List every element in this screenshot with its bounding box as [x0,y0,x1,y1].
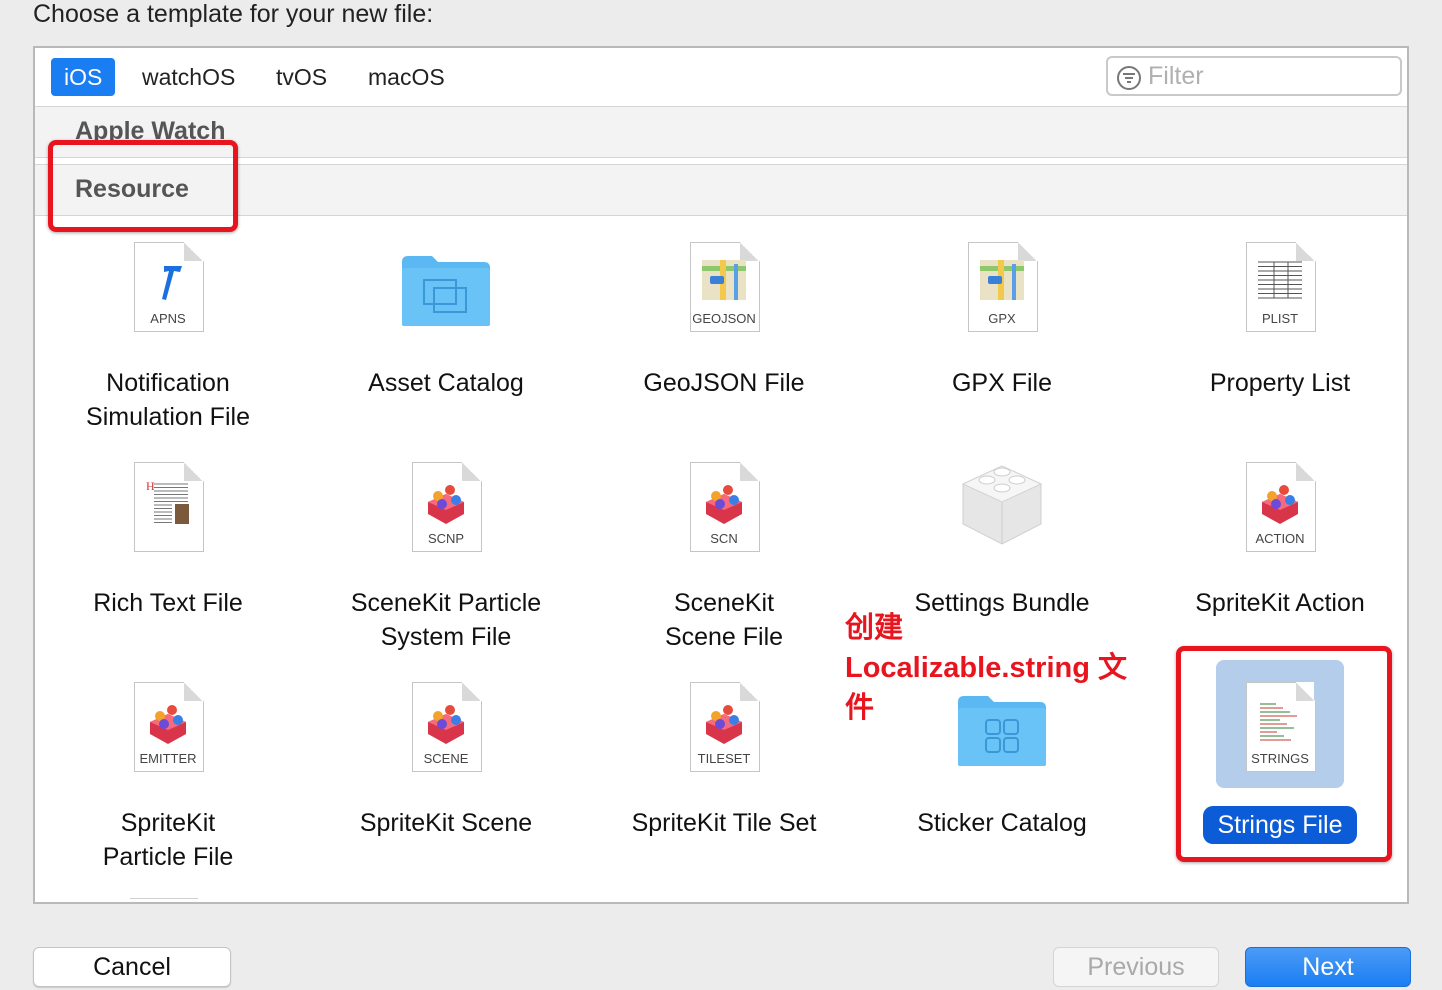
template-item-label: Notification Simulation File [35,366,307,434]
template-item-label: SpriteKit Tile Set [585,806,863,840]
icon-type-label: GEOJSON [692,311,756,326]
template-item[interactable]: ACTION SpriteKit Action [1141,462,1407,656]
template-item[interactable]: APNS Notification Simulation File [35,242,307,436]
template-item[interactable]: PLIST Property List [1141,242,1407,436]
template-item-name: SceneKit Particle System File [350,589,542,651]
scene-doc-icon: TILESET [585,682,863,792]
template-item-name: GPX File [951,369,1053,397]
scene-doc-icon: SCENE [307,682,585,792]
table-doc-icon: PLIST [1141,242,1407,352]
template-item-label: Rich Text File [35,586,307,620]
tab-macos[interactable]: macOS [355,58,458,96]
map-doc-icon: GPX [863,242,1141,352]
cancel-button[interactable]: Cancel [33,947,231,987]
annotation-note: 创建 Localizable.string 文 件 [845,612,1127,724]
dialog-heading: Choose a template for your new file: [33,0,434,28]
template-item-name: SceneKit Scene File [664,589,784,651]
map-doc-icon: GEOJSON [585,242,863,352]
svg-text:H: H [146,480,155,493]
icon-type-label: ACTION [1255,531,1305,546]
highlight-box-strings-file [1176,646,1392,862]
tab-tvos[interactable]: tvOS [263,58,340,96]
template-item[interactable]: Asset Catalog [307,242,585,436]
template-item-name: SpriteKit Scene [359,809,533,837]
scene-doc-icon: ACTION [1141,462,1407,572]
platform-tabbar: iOS watchOS tvOS macOS [35,48,1407,107]
template-item-label: SpriteKit Scene [307,806,585,840]
lego-brick-icon [863,462,1141,572]
template-item[interactable]: SCN SceneKit Scene File [585,462,863,656]
scene-doc-icon: EMITTER [35,682,307,792]
icon-type-label: PLIST [1261,311,1299,326]
template-item-label: SpriteKit Action [1141,586,1407,620]
template-item[interactable]: GEOJSON GeoJSON File [585,242,863,436]
template-item[interactable]: GPX GPX File [863,242,1141,436]
template-item-name: SpriteKit Particle File [102,809,234,871]
template-item[interactable]: EMITTER SpriteKit Particle File [35,682,307,876]
template-item[interactable]: TILESET SpriteKit Tile Set [585,682,863,876]
scene-doc-icon: SCNP [307,462,585,572]
section-resource: Resource [35,164,1407,216]
template-item-name: Asset Catalog [368,369,524,397]
template-item-name: Sticker Catalog [917,809,1087,837]
icon-type-label: SCENE [423,751,469,766]
icon-type-label: APNS [150,311,186,326]
template-item-name: GeoJSON File [643,369,805,397]
template-item-label: Sticker Catalog [863,806,1141,840]
next-button[interactable]: Next [1245,947,1411,987]
highlight-box-resource [48,140,238,232]
template-item-label: SceneKit Scene File [585,586,863,654]
template-item-name: Notification Simulation File [86,369,250,431]
template-item[interactable]: H Rich Text File [35,462,307,656]
filter-icon [1117,66,1141,90]
section-apple-watch: Apple Watch [35,106,1407,158]
icon-type-label: SCN [710,531,738,546]
template-item-label: GeoJSON File [585,366,863,400]
template-item-label: SpriteKit Particle File [35,806,307,874]
hammer-doc-icon: APNS [35,242,307,352]
filter-field[interactable] [1106,56,1402,96]
template-item-label: SceneKit Particle System File [307,586,585,654]
template-item-name: Rich Text File [93,589,243,617]
icon-type-label: GPX [988,311,1016,326]
filter-input[interactable] [1148,62,1388,90]
template-item[interactable]: SCNP SceneKit Particle System File [307,462,585,656]
icon-type-label: EMITTER [139,751,197,766]
icon-type-label: SCNP [427,531,465,546]
template-item-name: Property List [1209,369,1351,397]
template-item-label: GPX File [863,366,1141,400]
template-item[interactable]: SCENE SpriteKit Scene [307,682,585,876]
rich-text-doc-icon: H [35,462,307,572]
scene-doc-icon: SCN [585,462,863,572]
template-item-label: Property List [1141,366,1407,400]
template-item-name: SpriteKit Action [1195,589,1365,617]
partial-doc-icon [130,898,198,902]
tab-ios[interactable]: iOS [51,58,116,96]
previous-button[interactable]: Previous [1053,947,1219,987]
template-item-name: SpriteKit Tile Set [631,809,817,837]
template-item-label: Asset Catalog [307,366,585,400]
tab-watchos[interactable]: watchOS [129,58,248,96]
folder-icon [307,242,585,352]
icon-type-label: TILESET [697,751,751,766]
